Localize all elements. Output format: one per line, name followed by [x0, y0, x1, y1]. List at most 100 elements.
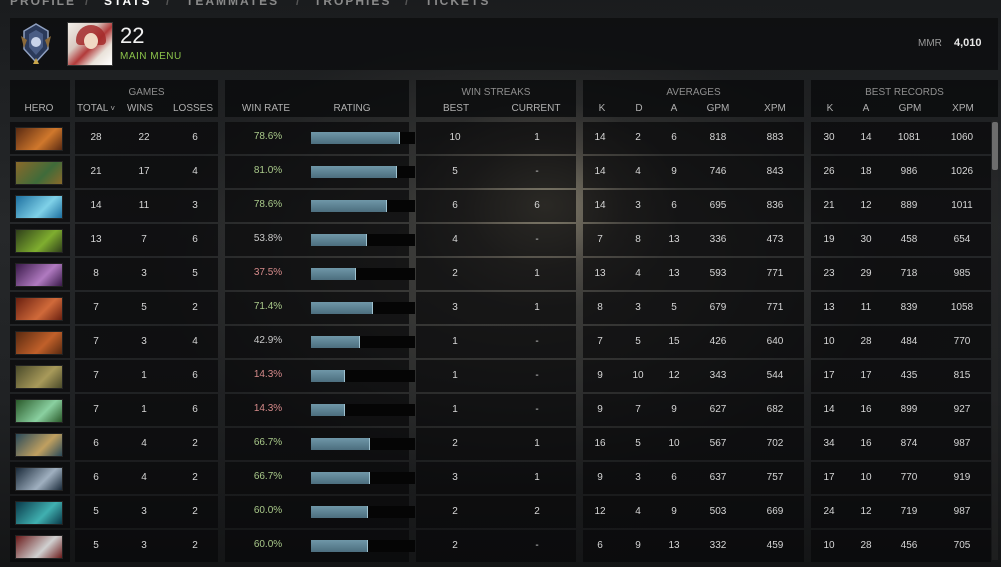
cell-best-streak: 3 — [452, 302, 458, 313]
cell-best-k: 24 — [823, 506, 835, 517]
rating-bar — [311, 302, 415, 314]
col-header-avg-xpm[interactable]: XPM — [757, 103, 793, 114]
cell-avg-xpm: 473 — [766, 234, 784, 245]
table-row[interactable]: 6 4 2 3 1 9 3 6 637 757 17 10 770 919 66.7% — [10, 462, 995, 495]
cell-best-k: 34 — [823, 438, 835, 449]
col-header-avg-a[interactable]: A — [662, 103, 686, 114]
col-header-avg-d[interactable]: D — [627, 103, 651, 114]
hero-portrait[interactable] — [15, 297, 63, 321]
cell-avg-a: 13 — [668, 268, 680, 279]
cell-avg-d: 5 — [635, 336, 641, 347]
group-label-win-streaks: WIN STREAKS — [461, 87, 531, 98]
cell-best-a: 28 — [860, 336, 872, 347]
col-header-best-k[interactable]: K — [818, 103, 842, 114]
cell-win-rate: 60.0% — [253, 505, 283, 516]
cell-best-a: 16 — [860, 404, 872, 415]
hero-portrait[interactable] — [15, 127, 63, 151]
col-header-total[interactable]: TOTAL ˅ — [74, 103, 118, 114]
hero-portrait[interactable] — [15, 535, 63, 559]
col-header-best-xpm[interactable]: XPM — [945, 103, 981, 114]
rating-bar-fill — [311, 506, 368, 518]
cell-best-gpm: 889 — [900, 200, 918, 211]
nav-tab-stats[interactable]: STATS — [104, 0, 152, 8]
hero-portrait[interactable] — [15, 365, 63, 389]
col-header-current-streak[interactable]: CURRENT — [508, 103, 564, 114]
cell-total: 7 — [93, 404, 99, 415]
table-row[interactable]: 5 3 2 2 2 12 4 9 503 669 24 12 719 987 60.0% — [10, 496, 995, 529]
cell-avg-gpm: 695 — [709, 200, 727, 211]
cell-losses: 3 — [192, 200, 198, 211]
cell-avg-xpm: 836 — [766, 200, 784, 211]
hero-portrait[interactable] — [15, 467, 63, 491]
col-header-avg-gpm[interactable]: GPM — [700, 103, 736, 114]
table-row[interactable]: 7 1 6 1 - 9 10 12 343 544 17 17 435 815 14.3% — [10, 360, 995, 393]
cell-losses: 6 — [192, 370, 198, 381]
nav-separator: / — [405, 0, 411, 8]
cell-avg-xpm: 771 — [766, 302, 784, 313]
table-scrollbar[interactable] — [992, 120, 998, 560]
table-row[interactable]: 5 3 2 2 - 6 9 13 332 459 10 28 456 705 60.0% — [10, 530, 995, 563]
table-row[interactable]: 8 3 5 2 1 13 4 13 593 771 23 29 718 985 37.5% — [10, 258, 995, 291]
scrollbar-thumb[interactable] — [992, 122, 998, 170]
cell-win-rate: 42.9% — [253, 335, 283, 346]
cell-current-streak: 6 — [534, 200, 540, 211]
hero-portrait[interactable] — [15, 263, 63, 287]
col-header-wins[interactable]: WINS — [120, 103, 160, 114]
cell-avg-d: 9 — [635, 540, 641, 551]
cell-win-rate: 37.5% — [253, 267, 283, 278]
cell-best-gpm: 770 — [900, 472, 918, 483]
cell-current-streak: 1 — [534, 302, 540, 313]
col-header-avg-k[interactable]: K — [590, 103, 614, 114]
cell-total: 8 — [93, 268, 99, 279]
cell-wins: 7 — [141, 234, 147, 245]
cell-avg-xpm: 757 — [766, 472, 784, 483]
cell-losses: 2 — [192, 438, 198, 449]
rank-medal-icon — [21, 23, 51, 64]
table-row[interactable]: 21 17 4 5 - 14 4 9 746 843 26 18 986 1026 81.0% — [10, 156, 995, 189]
table-row[interactable]: 14 11 3 6 6 14 3 6 695 836 21 12 889 1011 78.6% — [10, 190, 995, 223]
hero-portrait[interactable] — [15, 501, 63, 525]
cell-total: 5 — [93, 540, 99, 551]
hero-portrait[interactable] — [15, 433, 63, 457]
group-label-averages: AVERAGES — [666, 87, 721, 98]
cell-avg-d: 8 — [635, 234, 641, 245]
cell-best-a: 29 — [860, 268, 872, 279]
col-header-rating[interactable]: RATING — [326, 103, 378, 114]
player-avatar[interactable] — [67, 22, 113, 66]
cell-best-streak: 2 — [452, 540, 458, 551]
nav-separator: / — [296, 0, 302, 8]
col-header-win-rate[interactable]: WIN RATE — [238, 103, 294, 114]
rating-bar-fill — [311, 336, 360, 348]
nav-tab-profile[interactable]: PROFILE — [10, 0, 76, 8]
cell-avg-d: 10 — [632, 370, 644, 381]
rating-bar-fill — [311, 370, 345, 382]
col-header-hero[interactable]: HERO — [18, 103, 60, 114]
cell-avg-xpm: 883 — [766, 132, 784, 143]
main-menu-link[interactable]: MAIN MENU — [120, 51, 182, 62]
col-header-losses[interactable]: LOSSES — [170, 103, 216, 114]
cell-avg-a: 6 — [671, 472, 677, 483]
table-row[interactable]: 7 1 6 1-9 7 9 627 682 14 16 899 927 14.3% — [10, 394, 995, 427]
table-row[interactable]: 28 22 6 10 1 14 2 6 818 883 30 14 1081 1060 78.6% — [10, 122, 995, 155]
cell-avg-k: 6 — [597, 540, 603, 551]
col-header-best-streak[interactable]: BEST — [436, 103, 476, 114]
col-header-best-gpm[interactable]: GPM — [892, 103, 928, 114]
cell-best-a: 17 — [860, 370, 872, 381]
hero-portrait[interactable] — [15, 229, 63, 253]
nav-tab-trophies[interactable]: TROPHIES — [314, 0, 391, 8]
nav-tab-teammates[interactable]: TEAMMATES — [186, 0, 279, 8]
table-row[interactable]: 7 5 2 3 1 8 3 5 679 771 13 11 839 1058 71.4% — [10, 292, 995, 325]
table-row[interactable]: 6 4 2 2 1 16 5 10 567 702 34 16 874 987 66.7% — [10, 428, 995, 461]
table-row[interactable]: 13 7 6 4 - 7 8 13 336 473 19 30 458 654 53.8% — [10, 224, 995, 257]
cell-wins: 1 — [141, 370, 147, 381]
rating-bar — [311, 370, 415, 382]
table-row[interactable]: 7 3 4 1 - 7 5 15 426 640 10 28 484 770 42.9% — [10, 326, 995, 359]
hero-portrait[interactable] — [15, 399, 63, 423]
nav-tab-tickets[interactable]: TICKETS — [425, 0, 490, 8]
hero-portrait[interactable] — [15, 331, 63, 355]
hero-portrait[interactable] — [15, 161, 63, 185]
cell-best-streak: 1 — [452, 404, 458, 415]
col-header-best-a[interactable]: A — [854, 103, 878, 114]
cell-best-k: 13 — [823, 302, 835, 313]
hero-portrait[interactable] — [15, 195, 63, 219]
